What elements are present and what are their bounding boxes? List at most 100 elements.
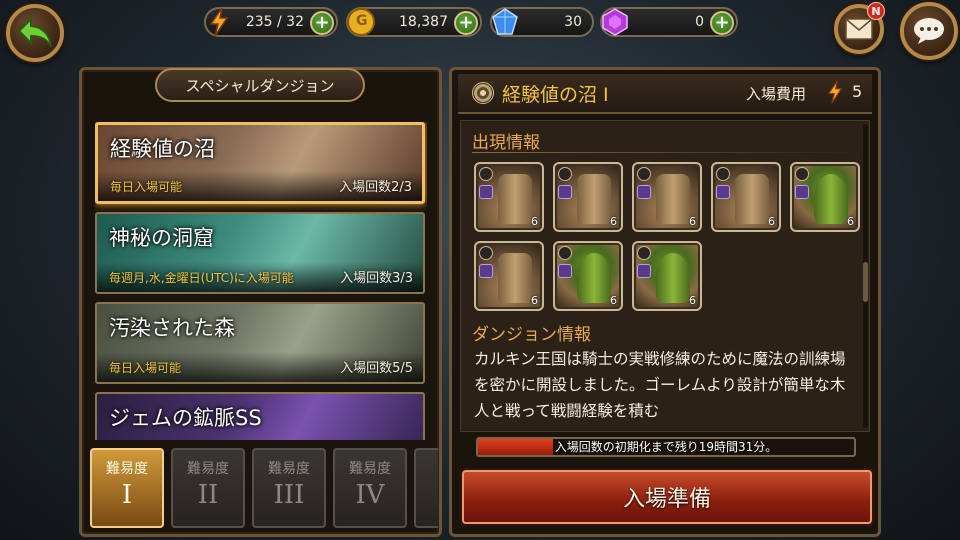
class-icon	[479, 264, 493, 278]
target-icon	[472, 82, 494, 104]
class-icon	[795, 185, 809, 199]
monster-card[interactable]: 6	[474, 241, 544, 311]
difficulty-level: IV	[355, 480, 385, 510]
gold-value: 18,387	[399, 14, 448, 30]
appearance-info-title: 出現情報	[472, 133, 540, 153]
reset-timer-text: 入場回数の初期化まで残り19時間31分。	[554, 440, 778, 454]
entry-cost-label: 入場費用	[746, 85, 807, 103]
difficulty-label: 難易度	[187, 461, 229, 477]
dungeon-description: カルキン王国は騎士の実戦修練のために魔法の訓練場を密かに開設しました。ゴーレムよ…	[474, 350, 846, 420]
monster-card[interactable]: 6	[790, 162, 860, 232]
reset-timer-bar: 入場回数の初期化まで残り19時間31分。	[476, 437, 856, 457]
monster-level: 6	[610, 294, 617, 307]
top-bar: 235 / 32 + G 18,387 + 30 0 + N	[0, 0, 960, 62]
gold-counter: G 18,387 +	[346, 7, 482, 37]
dungeon-availability: 毎日入場可能	[110, 180, 183, 194]
speech-bubble-icon	[914, 18, 944, 44]
monster-level: 6	[689, 215, 696, 228]
difficulty-label: 難易度	[106, 461, 148, 477]
dungeon-entry-count: 入場回数5/5	[340, 361, 413, 376]
monster-level: 6	[531, 215, 538, 228]
monster-card[interactable]: 6	[632, 241, 702, 311]
class-icon	[479, 185, 493, 199]
monster-portrait	[735, 174, 769, 224]
class-icon	[558, 185, 572, 199]
chat-button[interactable]	[900, 2, 958, 60]
blue-gem-counter: 30	[490, 7, 594, 37]
class-icon	[558, 264, 572, 278]
difficulty-tab-5-partial[interactable]	[414, 448, 438, 528]
enter-prepare-button[interactable]: 入場準備	[462, 470, 872, 524]
dungeon-name: 神秘の洞窟	[109, 226, 214, 250]
entry-cost-value: 5	[852, 82, 863, 101]
monster-level: 6	[531, 294, 538, 307]
mail-new-badge: N	[867, 2, 885, 20]
envelope-icon	[845, 18, 873, 40]
dungeon-item-polluted-forest[interactable]: 汚染された森 毎日入場可能 入場回数5/5	[95, 302, 425, 384]
back-arrow-icon	[17, 17, 52, 48]
difficulty-tabs: 難易度 I 難易度 II 難易度 III 難易度 IV	[88, 448, 438, 530]
monster-level: 6	[847, 215, 854, 228]
monster-portrait	[814, 174, 848, 224]
dungeon-availability: 毎週月,水,金曜日(UTC)に入場可能	[109, 271, 294, 285]
monster-level: 6	[610, 215, 617, 228]
lightning-icon	[202, 5, 236, 39]
monster-card[interactable]: 6	[553, 241, 623, 311]
dungeon-name: ジェムの鉱脈SS	[109, 406, 262, 430]
dungeon-item-exp-swamp[interactable]: 経験値の沼 毎日入場可能 入場回数2/3	[95, 122, 425, 204]
dungeon-detail-title: 経験値の沼 I	[502, 84, 609, 106]
monster-card[interactable]: 6	[711, 162, 781, 232]
monster-portrait	[656, 253, 690, 303]
blue-gem-value: 30	[564, 14, 582, 30]
difficulty-tab-3[interactable]: 難易度 III	[252, 448, 326, 528]
purple-gem-icon	[598, 5, 632, 39]
add-gold-button[interactable]: +	[454, 11, 478, 35]
dungeon-entry-count: 入場回数2/3	[339, 180, 412, 195]
blue-gem-icon	[488, 5, 522, 39]
class-icon	[637, 264, 651, 278]
dungeon-name: 汚染された森	[109, 316, 235, 340]
monster-portrait	[577, 253, 611, 303]
monster-card[interactable]: 6	[553, 162, 623, 232]
difficulty-level: III	[273, 480, 305, 510]
monster-portrait	[498, 253, 532, 303]
add-purple-gem-button[interactable]: +	[710, 11, 734, 35]
monster-portrait	[656, 174, 690, 224]
back-button[interactable]	[6, 4, 64, 62]
scrollbar-thumb[interactable]	[863, 262, 868, 302]
dungeon-list[interactable]: 経験値の沼 毎日入場可能 入場回数2/3 神秘の洞窟 毎週月,水,金曜日(UTC…	[95, 122, 427, 440]
add-stamina-button[interactable]: +	[310, 11, 334, 35]
dungeon-availability: 毎日入場可能	[109, 361, 182, 375]
element-icon	[716, 167, 730, 181]
class-icon	[637, 185, 651, 199]
dungeon-item-gem-vein[interactable]: ジェムの鉱脈SS	[95, 392, 425, 440]
monster-level: 6	[689, 294, 696, 307]
dungeon-name: 経験値の沼	[110, 137, 215, 161]
monster-level: 6	[768, 215, 775, 228]
element-icon	[795, 167, 809, 181]
element-icon	[637, 167, 651, 181]
element-icon	[637, 246, 651, 260]
stamina-value: 235 / 32	[245, 14, 304, 30]
difficulty-tab-4[interactable]: 難易度 IV	[333, 448, 407, 528]
element-icon	[558, 167, 572, 181]
difficulty-level: II	[197, 480, 219, 510]
lightning-icon	[826, 80, 844, 108]
monster-card[interactable]: 6	[632, 162, 702, 232]
class-icon	[716, 185, 730, 199]
element-icon	[479, 246, 493, 260]
dungeon-info-title: ダンジョン情報	[472, 325, 591, 345]
difficulty-tab-2[interactable]: 難易度 II	[171, 448, 245, 528]
difficulty-tab-1[interactable]: 難易度 I	[90, 448, 164, 528]
stamina-counter: 235 / 32 +	[204, 7, 338, 37]
special-dungeon-title: スペシャルダンジョン	[155, 68, 365, 102]
monster-portrait	[498, 174, 532, 224]
purple-gem-value: 0	[695, 14, 704, 30]
divider	[472, 152, 862, 153]
element-icon	[479, 167, 493, 181]
purple-gem-counter: 0 +	[600, 7, 738, 37]
difficulty-label: 難易度	[268, 461, 310, 477]
dungeon-item-mystic-cave[interactable]: 神秘の洞窟 毎週月,水,金曜日(UTC)に入場可能 入場回数3/3	[95, 212, 425, 294]
monster-card[interactable]: 6	[474, 162, 544, 232]
gold-coin-letter: G	[356, 13, 368, 29]
